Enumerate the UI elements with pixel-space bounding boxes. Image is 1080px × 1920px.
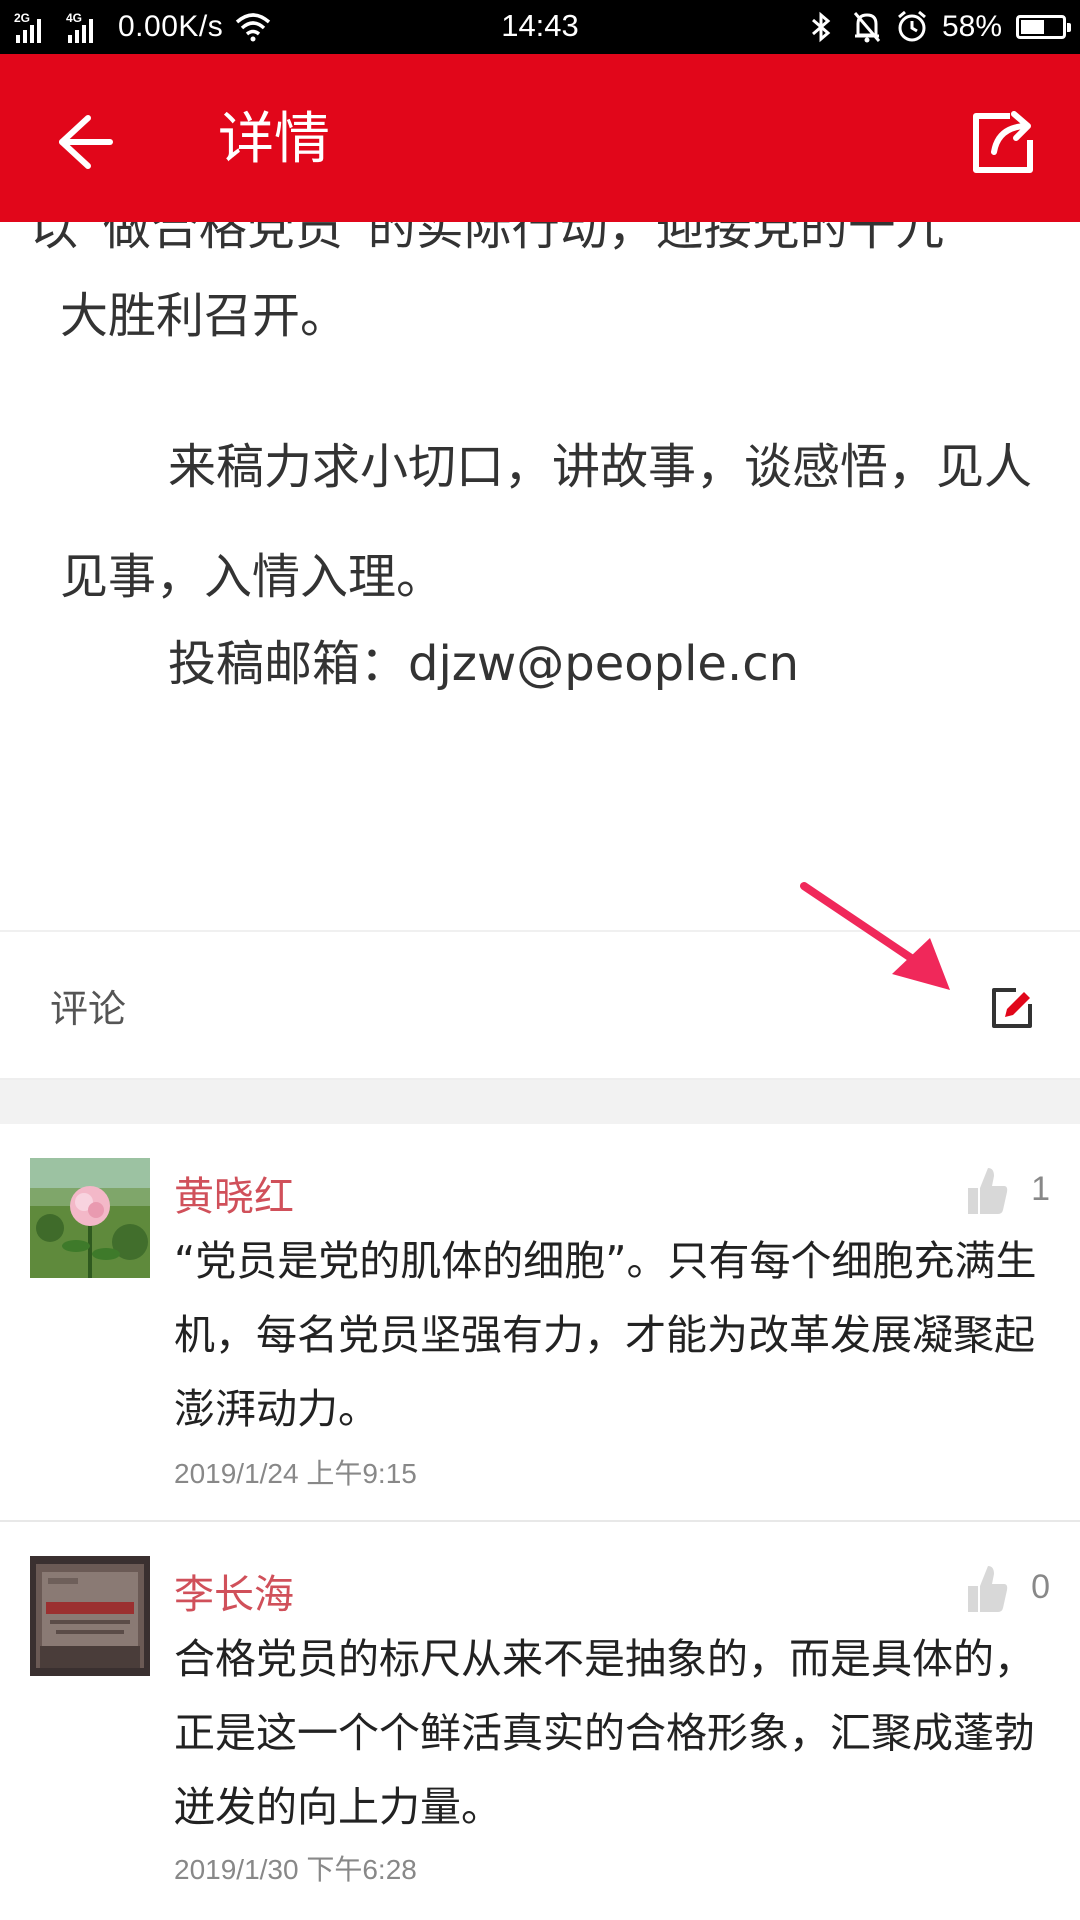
bluetooth-icon bbox=[811, 11, 831, 43]
edit-icon[interactable] bbox=[988, 984, 1036, 1032]
share-icon[interactable] bbox=[966, 106, 1040, 180]
comment-text: “党员是党的肌体的细胞”。只有每个细胞充满生机，每名党员坚强有力，才能为改革发展… bbox=[174, 1237, 1037, 1433]
article-body: 以“做合格党员”的实际行动，迎接党的十九 大胜利召开。 来稿力求小切口，讲故事，… bbox=[0, 222, 1080, 930]
detail-page: 2G 4G 0.00K/s 14:43 58% 详情 以“做合格党员”的实际行动… bbox=[0, 0, 1080, 1920]
avatar[interactable] bbox=[30, 1158, 150, 1278]
alarm-icon bbox=[897, 10, 926, 42]
pointer-arrow-annotation bbox=[800, 882, 950, 990]
comments-label: 评论 bbox=[50, 987, 127, 1031]
comment-time: 2019/1/30 下午6:28 bbox=[174, 1854, 417, 1885]
commenter-name[interactable]: 黄晓红 bbox=[174, 1164, 294, 1222]
comment-time: 2019/1/24 上午9:15 bbox=[174, 1458, 417, 1489]
app-bar: 详情 bbox=[0, 54, 1080, 222]
article-text-line: 以“做合格党员”的实际行动，迎接党的十九 bbox=[30, 222, 944, 256]
comment-text: 合格党员的标尺从来不是抽象的，而是具体的，正是这一个个鲜活真实的合格形象，汇聚成… bbox=[174, 1635, 1035, 1831]
article-paragraph: 来稿力求小切口，讲故事，谈感悟，见人见事，入情入理。 bbox=[60, 439, 1033, 605]
thumbs-up-icon[interactable] bbox=[966, 1562, 1010, 1614]
page-title: 详情 bbox=[218, 107, 330, 172]
battery-icon bbox=[1016, 15, 1071, 39]
arrow-left-icon[interactable] bbox=[48, 104, 124, 180]
thumbs-up-icon[interactable] bbox=[966, 1164, 1010, 1216]
battery-percent: 58% bbox=[941, 10, 1002, 43]
avatar[interactable] bbox=[30, 1556, 150, 1676]
article-paragraph: 大胜利召开。 bbox=[60, 288, 349, 344]
like-count: 0 bbox=[1031, 1568, 1050, 1606]
silent-bell-icon bbox=[853, 12, 881, 43]
like-count: 1 bbox=[1031, 1170, 1050, 1208]
section-divider bbox=[0, 1080, 1080, 1124]
commenter-name[interactable]: 李长海 bbox=[174, 1562, 294, 1620]
status-bar: 2G 4G 0.00K/s 14:43 58% bbox=[0, 0, 1080, 54]
comment-item: 李长海 0 合格党员的标尺从来不是抽象的，而是具体的，正是这一个个鲜活真实的合格… bbox=[0, 1522, 1080, 1920]
status-right: 58% bbox=[804, 6, 1071, 48]
comment-item: 黄晓红 1 “党员是党的肌体的细胞”。只有每个细胞充满生机，每名党员坚强有力，才… bbox=[0, 1124, 1080, 1522]
submission-email: 投稿邮箱：djzw@people.cn bbox=[168, 636, 800, 692]
